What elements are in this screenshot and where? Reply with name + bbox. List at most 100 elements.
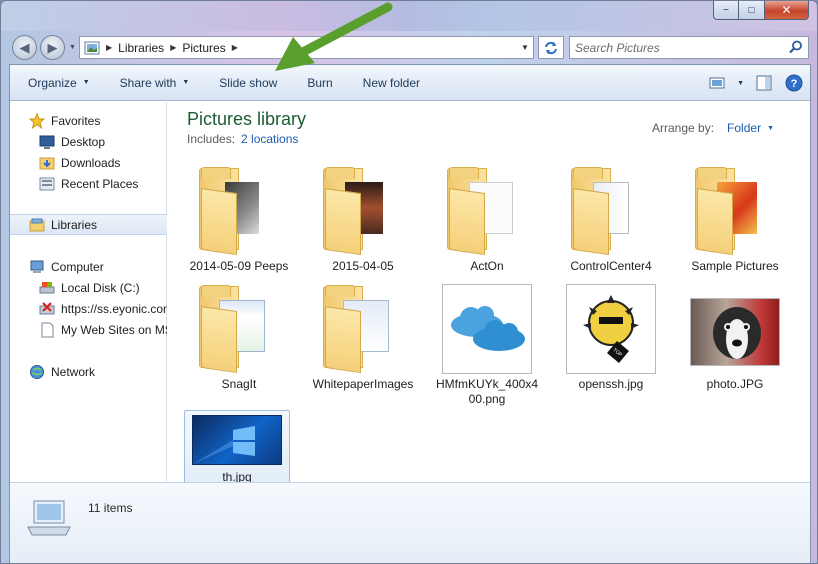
image-thumbnail: [439, 280, 535, 376]
breadcrumb-libraries[interactable]: Libraries: [118, 41, 164, 55]
nav-downloads[interactable]: Downloads: [10, 152, 167, 173]
navigation-pane: Favorites Desktop Downloads Recent Place…: [10, 102, 167, 482]
folder-icon: [315, 280, 411, 376]
item-label: photo.JPG: [706, 377, 764, 391]
folder-item-controlcenter4[interactable]: ControlCenter4: [559, 162, 663, 274]
computer-icon: [30, 260, 44, 273]
organize-button[interactable]: Organize ▼: [13, 71, 105, 95]
nav-label: Network: [51, 364, 96, 379]
nav-label: Recent Places: [61, 176, 139, 191]
annotation-arrow-icon: [275, 2, 393, 71]
item-label: 2014-05-09 Peeps: [189, 259, 289, 273]
breadcrumb-pictures[interactable]: Pictures: [182, 41, 225, 55]
toolbar-right: ▼ ?: [707, 73, 804, 93]
nav-label: Downloads: [61, 155, 121, 170]
nav-favorites[interactable]: Favorites: [10, 110, 167, 131]
maximize-button[interactable]: □: [739, 1, 765, 20]
item-count: 11 items: [88, 501, 133, 515]
change-view-button[interactable]: [707, 73, 727, 93]
includes-label: Includes:: [187, 132, 236, 146]
preview-pane-icon: [756, 75, 772, 91]
folder-icon: [563, 162, 659, 258]
nav-recent-places[interactable]: Recent Places: [10, 173, 167, 194]
chevron-down-icon: ▼: [82, 79, 90, 86]
image-item-photo[interactable]: photo.JPG: [683, 280, 787, 392]
folder-item-peeps[interactable]: 2014-05-09 Peeps: [187, 162, 291, 274]
image-item-openssh[interactable]: TOP openssh.jpg: [559, 280, 663, 392]
close-button[interactable]: ✕: [765, 1, 809, 20]
item-label: HMfmKUYk_400x400.png: [435, 377, 539, 406]
search-icon[interactable]: [789, 40, 803, 54]
nav-label: Local Disk (C:): [61, 280, 140, 295]
arrange-by-dropdown[interactable]: Folder: [727, 121, 761, 135]
dog-photo: [713, 307, 761, 359]
local-disk-icon: [39, 281, 55, 293]
library-title: Pictures library: [187, 109, 307, 129]
explorer-window: − □ ✕ ◀ ▶ ▼ ▶ Libraries ▶ Pictures ▶ ▼ S…: [0, 0, 818, 564]
image-item-th[interactable]: th.jpg: [184, 410, 290, 487]
minimize-button[interactable]: −: [713, 1, 739, 20]
arrange-label: Arrange by:: [652, 121, 715, 135]
help-button[interactable]: ?: [784, 73, 804, 93]
nav-my-web-sites[interactable]: My Web Sites on MSN: [10, 319, 167, 340]
share-with-button[interactable]: Share with ▼: [105, 71, 205, 95]
item-label: openssh.jpg: [578, 377, 644, 391]
command-bar: Organize ▼ Share with ▼ Slide show Burn Ne…: [10, 65, 810, 101]
search-input[interactable]: [575, 40, 785, 55]
folder-item-whitepaperimages[interactable]: WhitepaperImages: [311, 280, 415, 392]
image-thumbnail: TOP: [563, 280, 659, 376]
breadcrumb-separator-icon[interactable]: ▶: [170, 43, 176, 52]
folder-item-acton[interactable]: ActOn: [435, 162, 539, 274]
nav-label: My Web Sites on MSN: [61, 322, 167, 337]
folder-item-sample-pictures[interactable]: Sample Pictures: [683, 162, 787, 274]
view-dropdown-icon[interactable]: ▼: [737, 80, 744, 87]
chevron-down-icon[interactable]: ▼: [767, 125, 774, 132]
nav-ss-eyonic[interactable]: https://ss.eyonic.com: [10, 298, 167, 319]
back-button[interactable]: ◀: [12, 35, 37, 60]
nav-label: Libraries: [51, 217, 98, 232]
content-area: Organize ▼ Share with ▼ Slide show Burn Ne…: [9, 64, 811, 563]
breadcrumb-separator-icon[interactable]: ▶: [106, 43, 112, 52]
caption-buttons: − □ ✕: [713, 1, 809, 20]
breadcrumb-separator-icon[interactable]: ▶: [232, 43, 238, 52]
item-label: 2015-04-05: [332, 259, 394, 273]
folder-item-snagit[interactable]: SnagIt: [187, 280, 291, 392]
help-icon: ?: [785, 74, 803, 92]
refresh-icon: [545, 41, 557, 54]
item-label: ActOn: [470, 259, 504, 273]
refresh-button[interactable]: [538, 36, 564, 59]
locations-link[interactable]: 2 locations: [241, 132, 298, 146]
nav-network[interactable]: Network: [10, 361, 167, 382]
document-icon: [41, 322, 54, 337]
openssh-logo-icon: TOP: [583, 295, 639, 363]
back-arrow-icon: ◀: [19, 39, 30, 55]
address-dropdown-icon[interactable]: ▼: [517, 37, 533, 58]
libraries-icon: [29, 218, 45, 231]
folder-item-2015-04-05[interactable]: 2015-04-05: [311, 162, 415, 274]
folder-icon: [315, 162, 411, 258]
nav-libraries[interactable]: Libraries: [10, 214, 167, 235]
forward-arrow-icon: ▶: [47, 39, 58, 55]
windows-logo-icon: [193, 426, 255, 464]
preview-pane-button[interactable]: [754, 73, 774, 93]
nav-computer[interactable]: Computer: [10, 256, 167, 277]
item-label: Sample Pictures: [691, 259, 779, 273]
computer-icon: [27, 500, 71, 536]
chevron-down-icon: ▼: [182, 79, 190, 86]
forward-button[interactable]: ▶: [40, 35, 65, 60]
recent-places-icon: [39, 177, 55, 190]
item-label: WhitepaperImages: [312, 377, 414, 391]
folder-icon: [687, 162, 783, 258]
search-box[interactable]: [569, 36, 809, 59]
network-icon: [30, 364, 44, 379]
organize-label: Organize: [28, 75, 77, 90]
nav-desktop[interactable]: Desktop: [10, 131, 167, 152]
item-label: SnagIt: [221, 377, 257, 391]
image-item-hmfmkuyk[interactable]: HMfmKUYk_400x400.png: [435, 280, 539, 407]
folder-icon: [191, 162, 287, 258]
nav-local-disk[interactable]: Local Disk (C:): [10, 277, 167, 298]
item-label: ControlCenter4: [570, 259, 652, 273]
image-thumbnail: [189, 411, 285, 469]
recent-pages-dropdown-icon[interactable]: ▼: [69, 44, 76, 51]
nav-label: https://ss.eyonic.com: [61, 301, 167, 316]
